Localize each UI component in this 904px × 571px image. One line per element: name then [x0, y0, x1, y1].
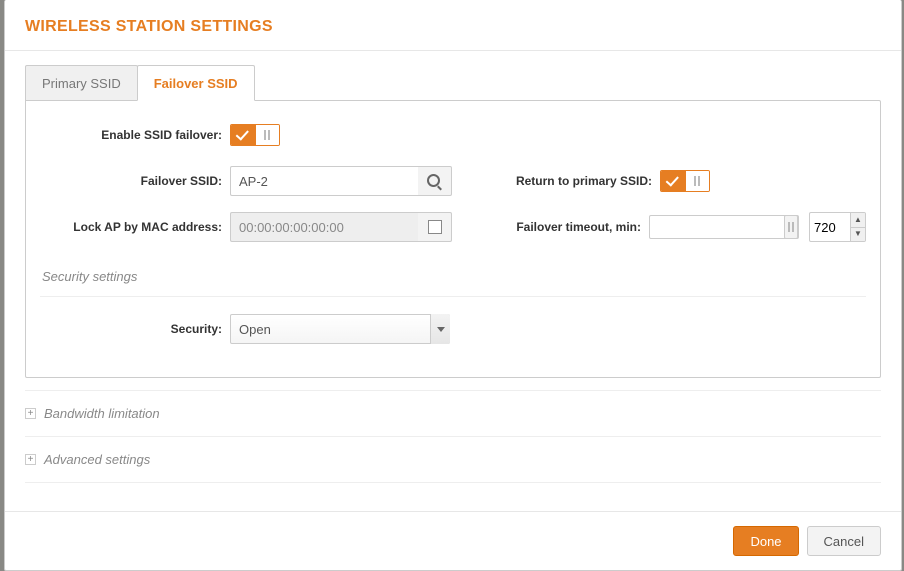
label-failover-timeout: Failover timeout, min:	[459, 220, 649, 234]
toggle-enable-failover[interactable]	[230, 124, 280, 146]
button-search-ssid[interactable]	[418, 166, 452, 196]
input-failover-ssid[interactable]	[230, 166, 418, 196]
done-button[interactable]: Done	[733, 526, 798, 556]
label-failover-ssid: Failover SSID:	[40, 174, 230, 188]
accordion-advanced-settings[interactable]: + Advanced settings	[25, 436, 881, 483]
spinner-down[interactable]: ▼	[851, 228, 865, 242]
select-security[interactable]	[230, 314, 450, 344]
label-advanced-settings: Advanced settings	[44, 452, 150, 467]
dialog-title: WIRELESS STATION SETTINGS	[5, 0, 901, 51]
pause-icon	[694, 176, 700, 186]
dialog-wireless-station-settings: WIRELESS STATION SETTINGS Primary SSID F…	[4, 0, 902, 571]
input-lock-mac	[230, 212, 418, 242]
label-lock-mac: Lock AP by MAC address:	[40, 220, 230, 234]
spinner-failover-timeout[interactable]: ▲ ▼	[809, 212, 866, 242]
tab-failover-ssid[interactable]: Failover SSID	[137, 65, 255, 101]
accordion-bandwidth-limitation[interactable]: + Bandwidth limitation	[25, 390, 881, 436]
tab-primary-ssid[interactable]: Primary SSID	[25, 65, 138, 101]
ssid-tabs: Primary SSID Failover SSID	[25, 65, 881, 101]
expand-icon: +	[25, 408, 36, 419]
slider-knob[interactable]	[784, 215, 798, 239]
heading-security-settings: Security settings	[42, 269, 866, 284]
check-icon	[237, 131, 249, 140]
toggle-return-primary[interactable]	[660, 170, 710, 192]
expand-icon: +	[25, 454, 36, 465]
label-bandwidth-limitation: Bandwidth limitation	[44, 406, 160, 421]
label-enable-failover: Enable SSID failover:	[40, 128, 230, 142]
label-security: Security:	[40, 322, 230, 336]
input-failover-timeout[interactable]	[810, 213, 850, 241]
failover-panel: Enable SSID failover: Failover SSID:	[25, 100, 881, 378]
spinner-up[interactable]: ▲	[851, 213, 865, 228]
dialog-footer: Done Cancel	[5, 511, 901, 570]
slider-failover-timeout[interactable]	[649, 215, 799, 239]
label-return-primary: Return to primary SSID:	[470, 174, 660, 188]
pause-icon	[264, 130, 270, 140]
check-icon	[667, 177, 679, 186]
cancel-button[interactable]: Cancel	[807, 526, 881, 556]
search-icon	[428, 175, 441, 188]
checkbox-lock-mac[interactable]	[428, 220, 442, 234]
